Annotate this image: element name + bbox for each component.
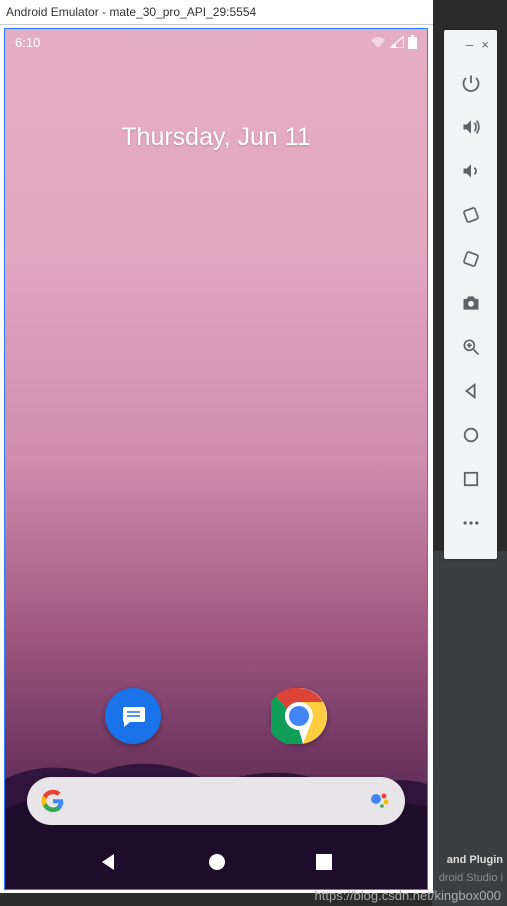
rotate-left-icon	[461, 205, 481, 225]
screenshot-button[interactable]	[444, 281, 497, 325]
emulator-toolbar: – ×	[444, 30, 497, 559]
nav-home-button[interactable]	[207, 852, 227, 877]
wifi-icon	[370, 36, 386, 48]
rotate-right-button[interactable]	[444, 237, 497, 281]
navigation-bar	[5, 839, 427, 889]
toolbar-overview-button[interactable]	[444, 457, 497, 501]
toolbar-back-button[interactable]	[444, 369, 497, 413]
volume-up-icon	[461, 117, 481, 137]
chrome-app[interactable]	[271, 688, 327, 744]
volume-up-button[interactable]	[444, 105, 497, 149]
assistant-icon[interactable]	[369, 790, 391, 812]
status-bar: 6:10 ×	[5, 29, 427, 55]
home-icon	[462, 426, 480, 444]
ide-background-panel: and Plugin droid Studio i	[432, 551, 507, 906]
more-button[interactable]	[444, 501, 497, 545]
app-dock	[5, 688, 427, 744]
google-search-bar[interactable]	[27, 777, 405, 825]
signal-icon: ×	[390, 36, 404, 48]
emulator-window: Android Emulator - mate_30_pro_API_29:55…	[0, 0, 433, 893]
volume-down-icon	[461, 161, 481, 181]
overview-icon	[463, 471, 479, 487]
back-triangle-icon	[99, 852, 119, 872]
messages-app[interactable]	[105, 688, 161, 744]
home-date: Thursday, Jun 11	[5, 123, 427, 152]
svg-text:×: ×	[392, 43, 396, 48]
toolbar-home-button[interactable]	[444, 413, 497, 457]
rotate-right-icon	[461, 249, 481, 269]
chrome-icon	[271, 688, 327, 744]
zoom-icon	[461, 337, 481, 357]
google-logo-icon	[41, 789, 65, 813]
messages-icon	[118, 701, 148, 731]
battery-icon	[408, 35, 417, 49]
window-title: Android Emulator - mate_30_pro_API_29:55…	[6, 5, 256, 19]
status-icons: ×	[370, 35, 417, 49]
status-time: 6:10	[15, 35, 40, 50]
camera-icon	[461, 293, 481, 313]
rotate-left-button[interactable]	[444, 193, 497, 237]
more-icon	[461, 513, 481, 533]
back-icon	[462, 382, 480, 400]
zoom-button[interactable]	[444, 325, 497, 369]
power-button[interactable]	[444, 61, 497, 105]
home-circle-icon	[207, 852, 227, 872]
close-button[interactable]: ×	[481, 38, 489, 51]
device-screen[interactable]: 6:10 × Thursday, Jun 11	[4, 28, 428, 890]
overview-square-icon	[315, 853, 333, 871]
power-icon	[461, 73, 481, 93]
bg-label-2: droid Studio i	[439, 872, 503, 884]
minimize-button[interactable]: –	[466, 38, 473, 51]
bg-label-1: and Plugin	[447, 854, 503, 866]
nav-back-button[interactable]	[99, 852, 119, 877]
volume-down-button[interactable]	[444, 149, 497, 193]
window-titlebar[interactable]: Android Emulator - mate_30_pro_API_29:55…	[0, 0, 433, 25]
nav-overview-button[interactable]	[315, 853, 333, 876]
watermark: https://blog.csdn.net/kingbox000	[315, 888, 501, 903]
